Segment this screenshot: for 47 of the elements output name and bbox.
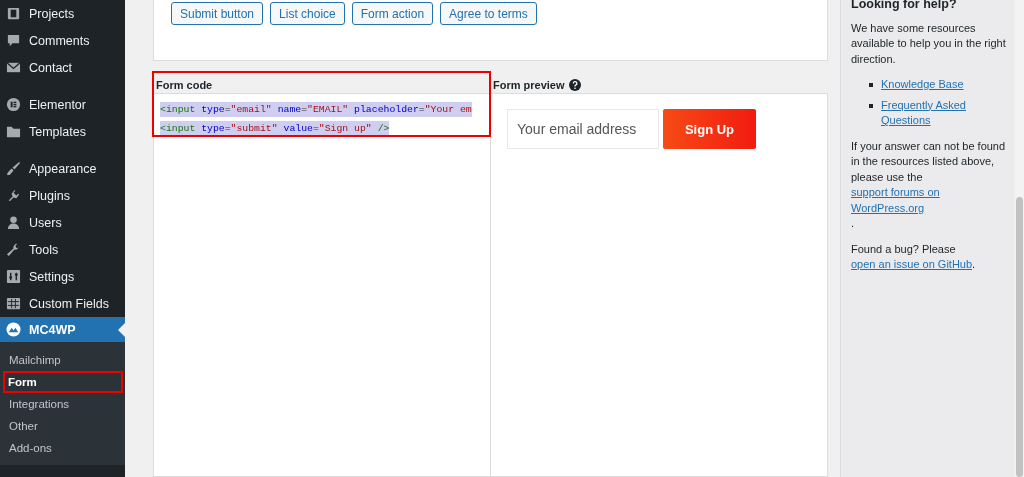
add-field-button[interactable]: Agree to terms — [440, 2, 537, 25]
help-icon[interactable] — [568, 79, 581, 91]
table-icon — [6, 296, 21, 311]
mountain-logo-icon — [6, 322, 21, 337]
envelope-icon — [6, 60, 21, 75]
help-text: We have some resources available to help you in the right direction. — [851, 20, 1006, 67]
sign-up-button[interactable]: Sign Up — [663, 109, 756, 149]
email-field[interactable]: Your email address — [507, 109, 659, 149]
bullet-icon — [869, 103, 873, 108]
add-field-button[interactable]: Form action — [351, 2, 434, 25]
menu-item[interactable]: Elementor — [0, 91, 125, 118]
submenu-item[interactable]: Integrations — [3, 393, 123, 415]
menu-item[interactable]: Tools — [0, 236, 125, 263]
section-label: Form code — [156, 79, 214, 91]
menu-item[interactable]: Settings — [0, 263, 125, 290]
submenu-item[interactable]: Mailchimp — [3, 349, 123, 371]
code-editor[interactable]: <input type="email" name="EMAIL" placeholder="Your em <input type="submit" value="Sign up" /> — [153, 93, 490, 477]
menu-item[interactable]: Contact — [0, 54, 125, 81]
bullet-icon — [869, 83, 873, 87]
speech-bubble-icon — [6, 33, 21, 48]
folder-icon — [6, 124, 21, 139]
scrollbar-thumb[interactable] — [1016, 197, 1023, 477]
help-text: If your answer can not be found in the resources listed above, please use the support forums on WordPress.org . — [851, 138, 1006, 231]
plug-icon — [6, 188, 21, 203]
person-icon — [6, 215, 21, 230]
help-text: Found a bug? Please open an issue on GitHub. — [851, 241, 1006, 273]
menu-item[interactable]: Custom Fields — [0, 290, 125, 317]
sliders-icon — [6, 269, 21, 284]
add-field-button[interactable]: Submit button — [171, 2, 264, 25]
section-label: Form preview — [493, 79, 565, 91]
add-field-button[interactable]: List choice — [270, 2, 345, 25]
letter-e-icon — [6, 97, 21, 112]
submenu-item[interactable]: Other — [3, 415, 123, 437]
help-link[interactable]: Frequently Asked Questions — [881, 97, 1006, 129]
menu-item[interactable]: Plugins — [0, 182, 125, 209]
menu-item[interactable]: Users — [0, 209, 125, 236]
menu-item[interactable]: Templates — [0, 118, 125, 145]
menu-item[interactable]: MC4WP — [0, 317, 125, 342]
help-link[interactable]: support forums on WordPress.org — [851, 185, 1006, 216]
help-link[interactable]: Knowledge Base — [881, 77, 964, 93]
brush-icon — [6, 161, 21, 176]
wrench-icon — [6, 242, 21, 257]
menu-item[interactable]: Projects — [0, 0, 125, 27]
menu-item[interactable]: Appearance — [0, 155, 125, 182]
submenu-item[interactable]: Add-ons — [3, 437, 123, 459]
menu-item[interactable]: Comments — [0, 27, 125, 54]
submenu-item[interactable]: Form — [3, 371, 123, 393]
